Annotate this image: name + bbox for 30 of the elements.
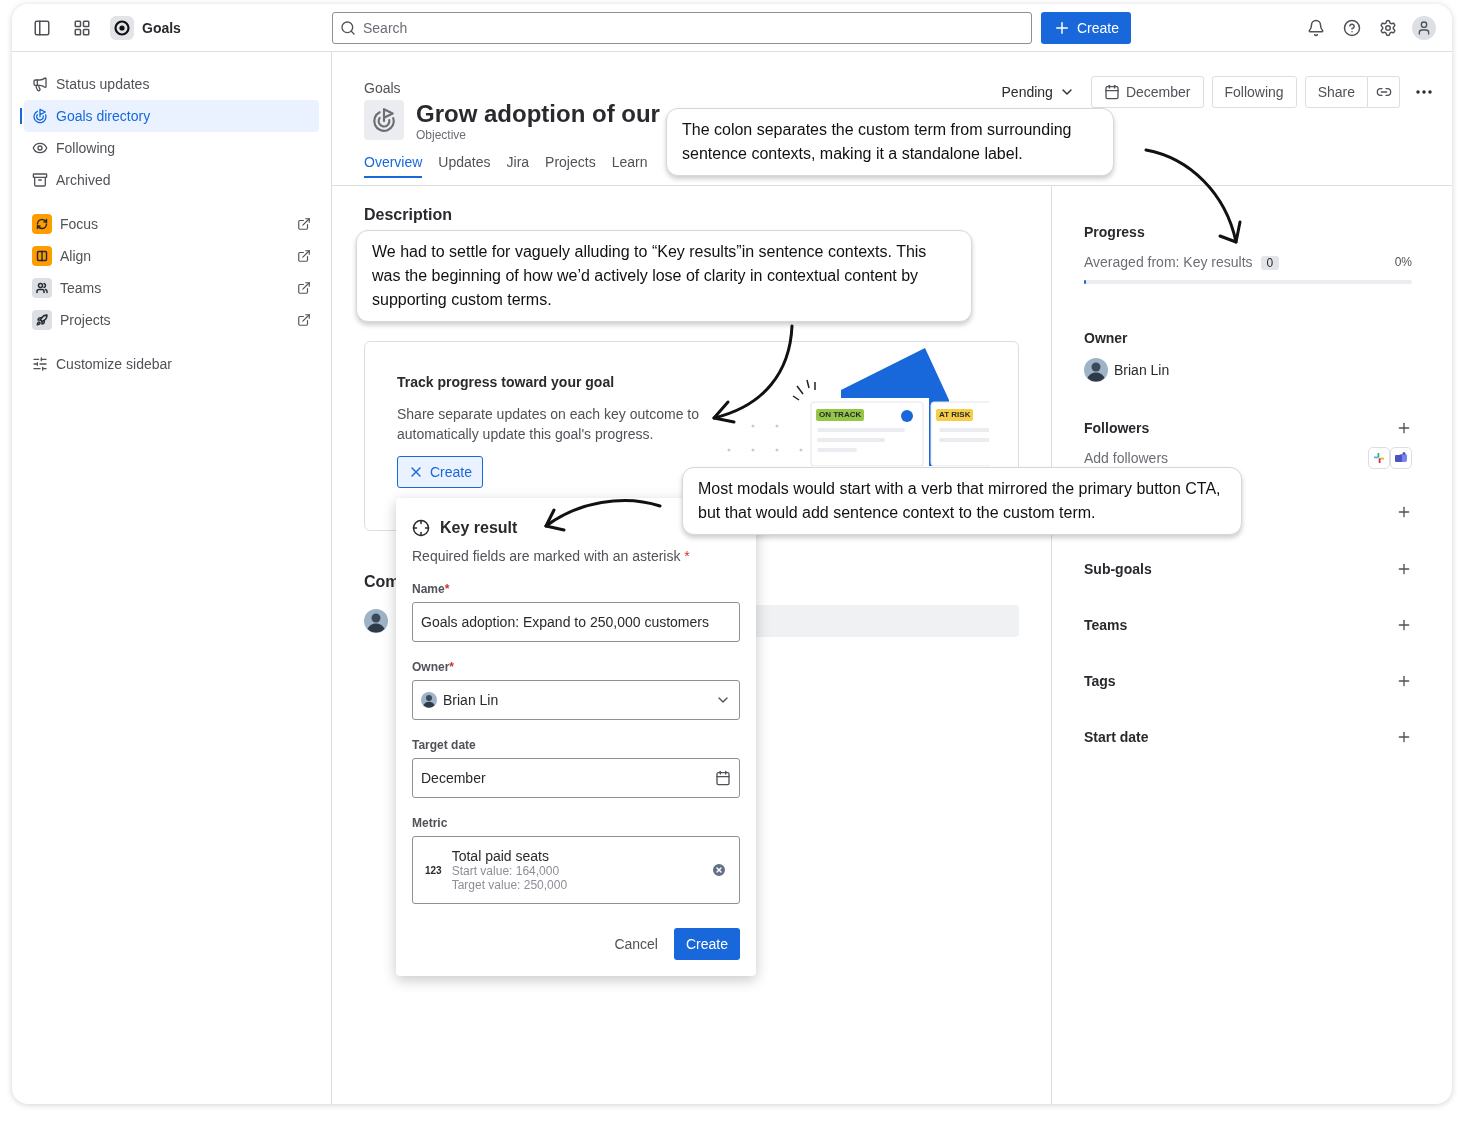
metric-name: Total paid seats [451,848,550,864]
section-heading: Teams [1084,617,1128,633]
section-heading: Owner [1084,330,1128,346]
section-heading: Tags [1084,673,1116,689]
section-heading: Description [364,206,452,224]
goal-title: Grow adoption of our [416,100,660,128]
section-heading: Followers [1084,420,1150,436]
required-note: Required fields are marked with an asterisk * [412,548,691,564]
field-label: Metric [412,816,448,830]
status-lozenge: ON TRACK [816,409,865,421]
count-badge: 0 [1260,256,1280,270]
status-lozenge: AT RISK [936,409,974,421]
field-label: Owner* [412,660,454,674]
section-heading: Progress [1084,224,1145,240]
goal-type: Objective [416,128,468,142]
number-symbol: 123 [425,864,442,876]
app-name: Goals [142,19,181,36]
section-heading: Start date [1084,729,1149,745]
metric-start: Start value: 164,000 [451,864,561,878]
metric-target: Target value: 250,000 [451,878,569,892]
field-label: Name* [412,582,450,596]
card-text: Share separate updates on each key outcome to automatically update this goal's progress. [397,405,700,444]
modal-title: Key result [440,519,518,537]
card-title: Track progress toward your goal [397,374,616,390]
progress-source: Averaged from: Key results [1084,254,1253,270]
progress-percent: 0% [1394,255,1412,269]
annotation-callout: We had to settle for vaguely alluding to “Key results”in sentence contexts. This was the beginning of how we’d actively lose of clarity in contextual content by supporting custom terms. [356,230,972,322]
field-label: Target date [412,738,476,752]
annotation-callout: The colon separates the custom term from surrounding sentence contexts, making it a standalone label. [666,108,1114,176]
section-heading: Sub-goals [1084,561,1152,577]
